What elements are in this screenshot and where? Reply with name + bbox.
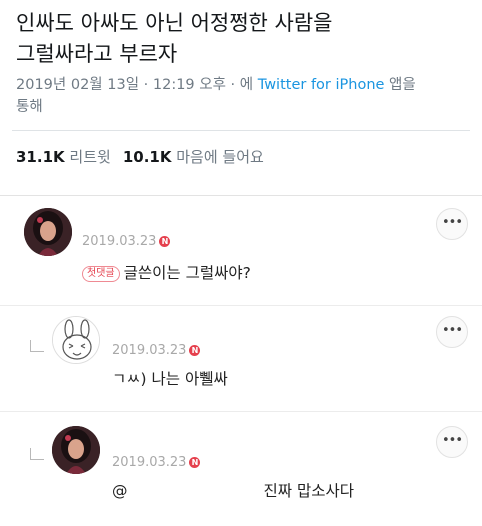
- likes-count: 10.1K: [122, 148, 172, 166]
- comment-body: @ 진짜 맙소사다: [112, 480, 354, 502]
- comment-item: 2019.03.23 N 첫댓글 글쓴이는 그럴싸야? •••: [0, 196, 482, 296]
- retweets-count: 31.1K: [16, 148, 65, 166]
- tweet-meta: 2019년 02월 13일 · 12:19 오후 · 에 Twitter for…: [16, 74, 466, 118]
- retweets-stat[interactable]: 31.1K 리트윗: [16, 148, 111, 166]
- tweet-text-line-2: 그럴싸라고 부르자: [16, 42, 178, 66]
- more-options-button[interactable]: •••: [436, 208, 468, 240]
- comment-date: 2019.03.23 N: [82, 234, 171, 250]
- comment-item: 2019.03.23 N @ 진짜 맙소사다 •••: [0, 412, 482, 526]
- comment-text: 글쓴이는 그럴싸야?: [123, 264, 251, 282]
- tweet-meta-line-2: 통해: [16, 99, 43, 115]
- comment-section: 2019.03.23 N 첫댓글 글쓴이는 그럴싸야? ••• 2019.03.23…: [0, 195, 482, 526]
- more-options-button[interactable]: •••: [436, 426, 468, 458]
- mention-link[interactable]: @: [112, 482, 128, 500]
- reply-indicator-icon: [30, 448, 44, 460]
- likes-label: 마음에 들어요: [176, 148, 264, 166]
- reply-indicator-icon: [30, 340, 44, 352]
- new-badge: N: [159, 236, 171, 247]
- avatar[interactable]: [52, 426, 100, 474]
- first-comment-badge: 첫댓글: [82, 266, 120, 282]
- avatar[interactable]: [24, 208, 72, 256]
- tweet-client-link[interactable]: Twitter for iPhone: [258, 77, 385, 93]
- comment-text: 진짜 맙소사다: [263, 482, 355, 500]
- tweet-stats: 31.1K 리트윗 10.1K 마음에 들어요: [16, 146, 264, 168]
- comment-date: 2019.03.23 N: [112, 343, 201, 359]
- comment-body: 첫댓글 글쓴이는 그럴싸야?: [82, 262, 251, 284]
- tweet-divider: [12, 130, 470, 131]
- tweet-text: 인싸도 아싸도 아닌 어정쩡한 사람을 그럴싸라고 부르자: [16, 8, 466, 70]
- tweet-client-suffix: 앱을: [384, 77, 416, 93]
- tweet-card: 인싸도 아싸도 아닌 어정쩡한 사람을 그럴싸라고 부르자 2019년 02월 …: [0, 0, 482, 195]
- avatar-photo: [24, 208, 72, 256]
- comment-item: 2019.03.23 N ㄱㅆ) 나는 아쀌싸 •••: [0, 306, 482, 410]
- tweet-text-line-1: 인싸도 아싸도 아닌 어정쩡한 사람을: [16, 11, 333, 35]
- avatar-photo: [52, 426, 100, 474]
- new-badge: N: [189, 457, 201, 468]
- retweets-label: 리트윗: [69, 148, 111, 166]
- avatar[interactable]: [52, 316, 100, 364]
- comment-text: ㄱㅆ) 나는 아쀌싸: [112, 370, 228, 388]
- avatar-bunny-drawing: [53, 317, 99, 363]
- tweet-date: 2019년 02월 13일 · 12:19 오후 · 에: [16, 77, 258, 93]
- more-options-button[interactable]: •••: [436, 316, 468, 348]
- likes-stat[interactable]: 10.1K 마음에 들어요: [123, 148, 264, 166]
- new-badge: N: [189, 345, 201, 356]
- comment-date: 2019.03.23 N: [112, 455, 201, 471]
